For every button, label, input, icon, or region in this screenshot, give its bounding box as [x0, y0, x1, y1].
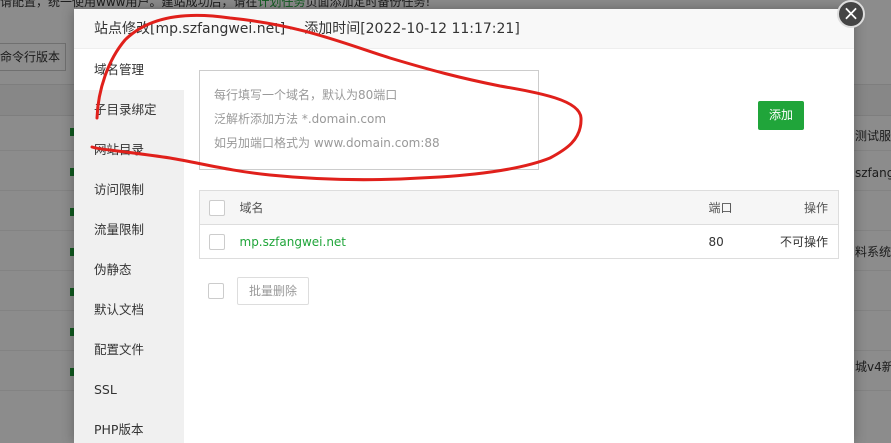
sidebar-item-config-file[interactable]: 配置文件: [74, 330, 184, 370]
sidebar-item-ssl[interactable]: SSL: [74, 370, 184, 410]
sidebar-item-default-document[interactable]: 默认文档: [74, 290, 184, 330]
placeholder-line: 如另加端口格式为 www.domain.com:88: [214, 136, 440, 150]
select-all-checkbox[interactable]: [209, 199, 225, 216]
dialog-title: 站点修改[mp.szfangwei.net] -- 添加时间[2022-10-1…: [74, 9, 854, 49]
batch-select-checkbox[interactable]: [208, 283, 224, 299]
close-icon[interactable]: ×: [837, 0, 865, 28]
oety-watermark: OETY欧亿: [705, 400, 855, 436]
row-checkbox-cell: [199, 224, 240, 259]
add-domain-button[interactable]: 添加: [758, 101, 804, 130]
sidebar-item-php-version[interactable]: PHP版本: [74, 410, 184, 443]
domain-management-panel: 每行填写一个域名，默认为80端口 泛解析添加方法 *.domain.com 如另…: [199, 50, 844, 443]
row-action: 不可操作: [768, 224, 839, 259]
placeholder-line: 每行填写一个域名，默认为80端口: [214, 88, 398, 102]
batch-delete-button[interactable]: 批量删除: [237, 277, 309, 305]
sidebar-item-traffic-limit[interactable]: 流量限制: [74, 210, 184, 250]
header-action: 操作: [768, 190, 839, 225]
header-checkbox-cell: [199, 190, 240, 225]
header-port: 端口: [708, 190, 769, 225]
header-domain: 域名: [239, 190, 709, 225]
domain-link[interactable]: mp.szfangwei.net: [240, 235, 347, 249]
sidebar-item-domain-management[interactable]: 域名管理: [74, 50, 184, 90]
settings-sidebar: 域名管理 子目录绑定 网站目录 访问限制 流量限制 伪静态 默认文档 配置文件 …: [74, 50, 184, 443]
row-checkbox[interactable]: [209, 233, 225, 250]
sidebar-item-access-limit[interactable]: 访问限制: [74, 170, 184, 210]
sidebar-item-subdirectory-binding[interactable]: 子目录绑定: [74, 90, 184, 130]
site-edit-dialog: 站点修改[mp.szfangwei.net] -- 添加时间[2022-10-1…: [74, 9, 854, 443]
domain-textarea[interactable]: 每行填写一个域名，默认为80端口 泛解析添加方法 *.domain.com 如另…: [199, 70, 539, 170]
sidebar-item-site-directory[interactable]: 网站目录: [74, 130, 184, 170]
row-domain-cell: mp.szfangwei.net: [239, 224, 709, 259]
sidebar-item-rewrite[interactable]: 伪静态: [74, 250, 184, 290]
table-header-row: 域名 端口 操作: [199, 190, 839, 225]
domain-table: 域名 端口 操作 mp.szfangwei.net 80 不可操作: [199, 190, 839, 259]
table-row: mp.szfangwei.net 80 不可操作: [199, 224, 839, 259]
row-port: 80: [708, 224, 769, 259]
placeholder-line: 泛解析添加方法 *.domain.com: [214, 112, 387, 126]
